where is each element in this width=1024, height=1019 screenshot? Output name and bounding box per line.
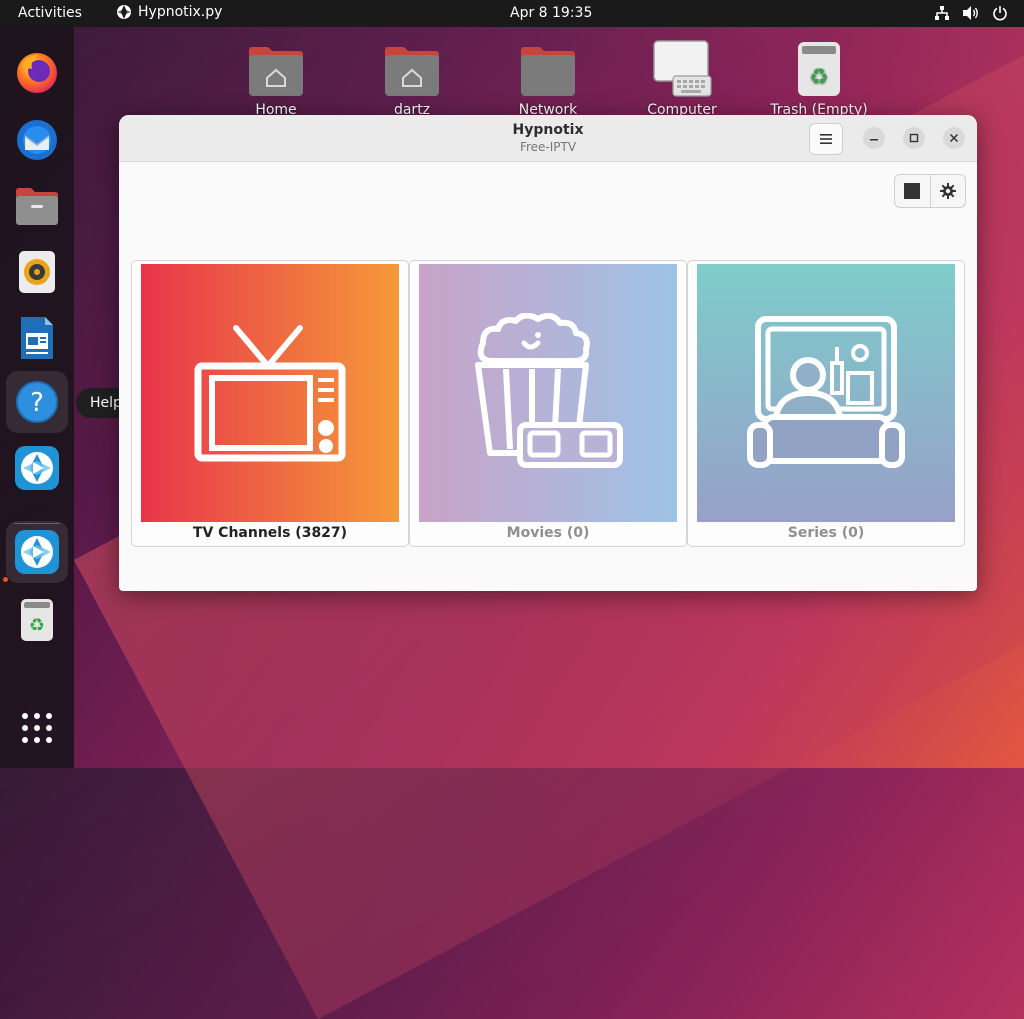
minimize-icon xyxy=(870,139,878,141)
couch-tv-icon xyxy=(747,316,905,468)
tv-channels-card[interactable]: TV Channels (3827) xyxy=(131,260,409,547)
speaker-icon xyxy=(19,251,55,293)
hypnotix-icon xyxy=(15,530,59,574)
tv-icon xyxy=(194,325,346,462)
volume-icon[interactable] xyxy=(962,5,980,21)
svg-text:?: ? xyxy=(30,388,44,418)
hypnotix-running-dock-item[interactable] xyxy=(6,521,68,583)
desktop-icon-home[interactable]: Home xyxy=(216,36,336,118)
network-folder-icon xyxy=(521,47,575,96)
app-grid-icon xyxy=(22,713,52,743)
hypnotix-dock-item[interactable] xyxy=(6,437,68,499)
desktop-icon-dartz[interactable]: dartz xyxy=(352,36,472,118)
top-bar: Activities Hypnotix.py Apr 8 19:35 xyxy=(0,0,1024,27)
window-subtitle: Free-IPTV xyxy=(519,140,577,154)
hypnotix-app-icon xyxy=(116,4,132,20)
tv-channels-artwork xyxy=(141,264,399,522)
power-icon[interactable] xyxy=(992,5,1008,21)
close-icon xyxy=(949,133,959,143)
stop-square-icon xyxy=(904,183,921,199)
app-name-label: Hypnotix.py xyxy=(138,4,223,20)
help-icon: ? xyxy=(16,381,58,423)
card-label: Movies (0) xyxy=(506,525,590,541)
trash-icon: ♻ xyxy=(21,599,53,641)
desktop-icon-computer[interactable]: Computer xyxy=(622,36,742,118)
trash-icon: ♻ xyxy=(798,42,840,96)
hamburger-icon xyxy=(820,134,832,144)
network-icon[interactable] xyxy=(934,5,950,21)
rhythmbox-dock-item[interactable] xyxy=(6,241,68,303)
close-button[interactable] xyxy=(943,127,965,149)
card-label: TV Channels (3827) xyxy=(192,525,348,541)
trash-dock-item[interactable]: ♻ xyxy=(6,589,68,651)
svg-text:♻: ♻ xyxy=(29,615,45,636)
thunderbird-dock-item[interactable] xyxy=(6,109,68,171)
thunderbird-icon xyxy=(17,120,57,160)
view-toolbar xyxy=(894,174,966,208)
dock: ? ♻ xyxy=(0,27,74,768)
header-bar[interactable]: Hypnotix Free-IPTV xyxy=(119,115,977,162)
firefox-icon xyxy=(17,53,57,93)
movies-artwork xyxy=(419,264,677,522)
clock[interactable]: Apr 8 19:35 xyxy=(510,5,592,21)
system-tray[interactable] xyxy=(934,5,1008,21)
series-card[interactable]: Series (0) xyxy=(687,260,965,547)
maximize-icon xyxy=(909,133,919,143)
hypnotix-icon xyxy=(15,446,59,490)
hypnotix-window: Hypnotix Free-IPTV TV Channels (3827) Mo… xyxy=(119,115,977,591)
series-artwork xyxy=(697,264,955,522)
window-title: Hypnotix xyxy=(512,122,584,138)
help-dock-item[interactable]: ? xyxy=(6,371,68,433)
firefox-dock-item[interactable] xyxy=(6,41,68,103)
main-menu-button[interactable] xyxy=(809,123,843,155)
files-dock-item[interactable] xyxy=(6,175,68,237)
svg-text:♻: ♻ xyxy=(809,65,829,90)
writer-dock-item[interactable] xyxy=(6,307,68,369)
desktop-icon-network[interactable]: Network xyxy=(488,36,608,118)
home-folder-icon xyxy=(249,47,303,96)
card-label: Series (0) xyxy=(787,525,865,541)
movies-card[interactable]: Movies (0) xyxy=(409,260,687,547)
gear-icon xyxy=(939,183,956,199)
minimize-button[interactable] xyxy=(863,127,885,149)
desktop-icon-trash[interactable]: ♻ Trash (Empty) xyxy=(759,36,879,118)
popcorn-icon xyxy=(475,313,623,468)
activities-button[interactable]: Activities xyxy=(18,5,82,21)
fullscreen-button[interactable] xyxy=(895,175,930,207)
show-apps-button[interactable] xyxy=(6,697,68,759)
preferences-button[interactable] xyxy=(929,175,966,207)
document-icon xyxy=(21,317,53,359)
maximize-button[interactable] xyxy=(903,127,925,149)
app-menu[interactable]: Hypnotix.py xyxy=(116,4,222,20)
home-folder-icon xyxy=(385,47,439,96)
folder-icon xyxy=(16,188,58,225)
computer-icon xyxy=(653,40,712,97)
